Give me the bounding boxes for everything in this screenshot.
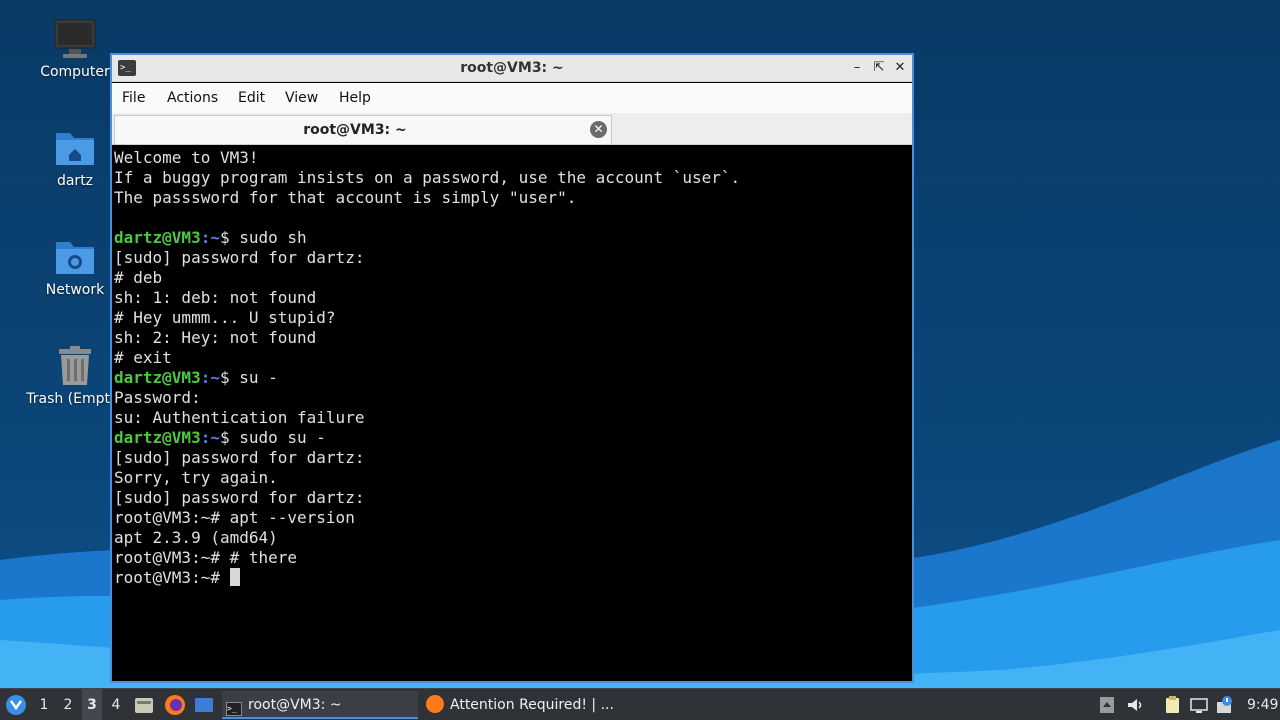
network-folder-icon (56, 242, 94, 274)
desktop-icon-label: Network (45, 282, 105, 298)
desktop-icon[interactable] (194, 695, 214, 715)
terminal-output[interactable]: Welcome to VM3! If a buggy program insis… (114, 147, 910, 679)
close-button[interactable]: ✕ (891, 59, 909, 77)
desktop: Computer dartz Network Trash (Empty) >_ … (0, 0, 1280, 688)
taskbar: 1 2 3 4 >_ root@VM3: ~ Attention Required… (0, 688, 1280, 720)
command-text: sudo sh (239, 228, 307, 247)
window-titlebar[interactable]: >_ root@VM3: ~ – ⇱ ✕ (112, 55, 912, 82)
prompt-sign: $ (219, 228, 240, 247)
terminal-line: sh: 2: Hey: not found (114, 328, 317, 347)
start-menu-icon[interactable] (5, 694, 27, 716)
update-notifier-icon[interactable] (1216, 696, 1234, 714)
terminal-line: [sudo] password for dartz: (114, 488, 365, 507)
clock[interactable]: 9:49 (1247, 689, 1278, 720)
file-manager-icon[interactable] (134, 695, 154, 715)
menu-help[interactable]: Help (339, 83, 371, 113)
computer-icon (54, 19, 96, 58)
terminal-line: root@VM3:~# apt --version (114, 508, 355, 527)
terminal-prompt-line: dartz@VM3:~$ sudo sh (114, 228, 910, 248)
home-folder-icon (56, 133, 94, 165)
trash-icon (59, 346, 91, 385)
minimize-button[interactable]: – (848, 59, 866, 77)
root-prompt: root@VM3:~# (114, 568, 230, 587)
terminal-line: [sudo] password for dartz: (114, 448, 365, 467)
command-text: sudo su - (239, 428, 326, 447)
terminal-line: [sudo] password for dartz: (114, 248, 365, 267)
task-firefox[interactable]: Attention Required! | ... (424, 691, 624, 719)
terminal-line: Welcome to VM3! (114, 148, 259, 167)
prompt-path: :~ (200, 228, 220, 247)
workspace-2[interactable]: 2 (58, 689, 78, 720)
task-label: Attention Required! | ... (450, 697, 614, 713)
workspace-4[interactable]: 4 (106, 689, 126, 720)
workspace-1[interactable]: 1 (34, 689, 54, 720)
text-cursor (229, 568, 240, 586)
tab-bar: root@VM3: ~ ✕ (112, 113, 912, 145)
prompt-sign: $ (219, 368, 240, 387)
prompt-user: dartz@VM3 (114, 368, 201, 387)
tab-terminal[interactable]: root@VM3: ~ ✕ (114, 115, 612, 144)
terminal-line: The passsword for that account is simply… (114, 188, 577, 207)
clipboard-icon[interactable] (1163, 696, 1181, 714)
tab-label: root@VM3: ~ (303, 122, 407, 138)
menu-view[interactable]: View (285, 83, 318, 113)
prompt-path: :~ (200, 428, 220, 447)
eject-icon[interactable] (1098, 696, 1116, 714)
command-text: su - (239, 368, 278, 387)
desktop-icon-label: dartz (56, 173, 94, 189)
volume-icon[interactable] (1126, 696, 1144, 714)
desktop-icon-label: Computer (40, 64, 110, 80)
terminal-line: su: Authentication failure (114, 408, 365, 427)
terminal-line: Password: (114, 388, 201, 407)
terminal-prompt-line: dartz@VM3:~$ su - (114, 368, 910, 388)
terminal-active-prompt[interactable]: root@VM3:~# (114, 568, 910, 588)
terminal-line: # exit (114, 348, 172, 367)
firefox-icon[interactable] (164, 694, 186, 716)
prompt-sign: $ (219, 428, 240, 447)
menu-actions[interactable]: Actions (167, 83, 218, 113)
terminal-line: apt 2.3.9 (amd64) (114, 528, 278, 547)
terminal-window[interactable]: >_ root@VM3: ~ – ⇱ ✕ File Actions Edit V… (110, 53, 914, 683)
menu-edit[interactable]: Edit (238, 83, 265, 113)
firefox-icon (426, 695, 444, 713)
window-title: root@VM3: ~ (460, 60, 564, 76)
terminal-line: Sorry, try again. (114, 468, 278, 487)
prompt-path: :~ (200, 368, 220, 387)
workspace-3[interactable]: 3 (82, 689, 102, 720)
prompt-user: dartz@VM3 (114, 428, 201, 447)
terminal-prompt-line: dartz@VM3:~$ sudo su - (114, 428, 910, 448)
terminal-line: If a buggy program insists on a password… (114, 168, 741, 187)
task-terminal[interactable]: >_ root@VM3: ~ (222, 691, 418, 719)
menu-file[interactable]: File (122, 83, 145, 113)
maximize-button[interactable]: ⇱ (870, 59, 888, 77)
prompt-user: dartz@VM3 (114, 228, 201, 247)
tab-close-icon[interactable]: ✕ (590, 121, 607, 138)
terminal-line: # deb (114, 268, 163, 287)
terminal-line: root@VM3:~# # there (114, 548, 298, 567)
terminal-line: # Hey ummm... U stupid? (114, 308, 336, 327)
display-icon[interactable] (1190, 696, 1208, 714)
menubar: File Actions Edit View Help (112, 83, 912, 113)
terminal-icon: >_ (226, 702, 242, 716)
terminal-line: sh: 1: deb: not found (114, 288, 317, 307)
task-label: root@VM3: ~ (248, 697, 342, 713)
